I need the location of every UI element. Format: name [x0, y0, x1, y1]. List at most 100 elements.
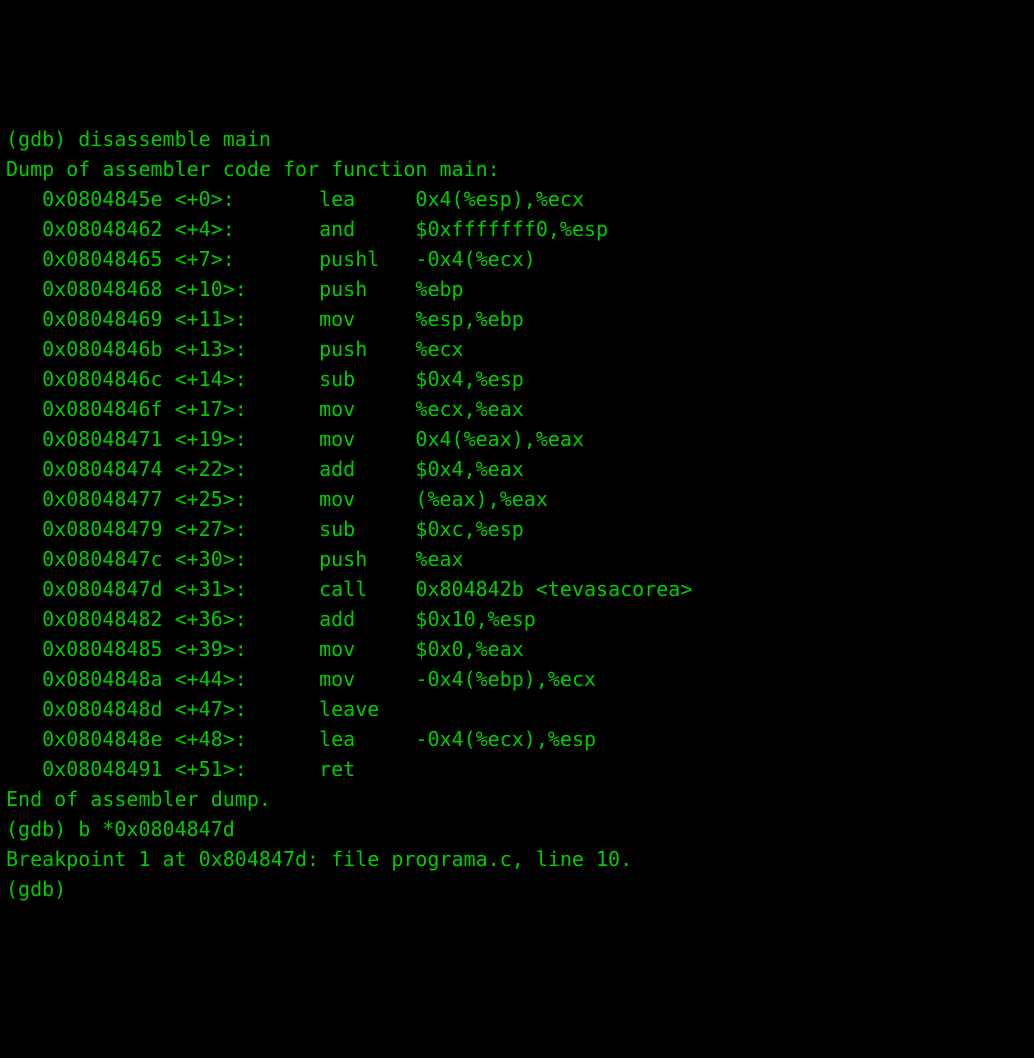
- asm-mnemonic: lea: [319, 724, 415, 754]
- asm-address: 0x0804846b: [42, 337, 162, 361]
- asm-operands: %ecx,%eax: [415, 397, 523, 421]
- asm-instruction-row: 0x08048474 <+22>: add$0x4,%eax: [6, 454, 1028, 484]
- asm-mnemonic: mov: [319, 634, 415, 664]
- asm-instruction-row: 0x0804847d <+31>: call0x804842b <tevasac…: [6, 574, 1028, 604]
- asm-address: 0x0804848a: [42, 667, 162, 691]
- asm-mnemonic: add: [319, 454, 415, 484]
- asm-offset: <+17>:: [175, 397, 259, 421]
- gdb-command: b *0x0804847d: [78, 817, 235, 841]
- asm-operands: -0x4(%ecx): [415, 247, 535, 271]
- asm-offset: <+10>:: [175, 277, 259, 301]
- asm-instruction-row: 0x08048465 <+7>: pushl-0x4(%ecx): [6, 244, 1028, 274]
- asm-mnemonic: mov: [319, 664, 415, 694]
- asm-offset: <+0>:: [175, 187, 259, 211]
- asm-offset: <+22>:: [175, 457, 259, 481]
- asm-mnemonic: push: [319, 274, 415, 304]
- asm-address: 0x0804845e: [42, 187, 162, 211]
- asm-address: 0x08048469: [42, 307, 162, 331]
- asm-offset: <+36>:: [175, 607, 259, 631]
- asm-operands: (%eax),%eax: [415, 487, 547, 511]
- asm-operands: 0x4(%esp),%ecx: [415, 187, 584, 211]
- asm-instruction-row: 0x08048468 <+10>: push%ebp: [6, 274, 1028, 304]
- asm-address: 0x0804848d: [42, 697, 162, 721]
- asm-operands: $0x0,%eax: [415, 637, 523, 661]
- asm-address: 0x0804846c: [42, 367, 162, 391]
- asm-address: 0x08048485: [42, 637, 162, 661]
- asm-address: 0x08048471: [42, 427, 162, 451]
- asm-offset: <+30>:: [175, 547, 259, 571]
- asm-mnemonic: push: [319, 544, 415, 574]
- asm-address: 0x0804847d: [42, 577, 162, 601]
- asm-instruction-row: 0x0804848e <+48>: lea-0x4(%ecx),%esp: [6, 724, 1028, 754]
- asm-instruction-row: 0x0804847c <+30>: push%eax: [6, 544, 1028, 574]
- asm-operands: $0x4,%esp: [415, 367, 523, 391]
- asm-mnemonic: ret: [319, 754, 415, 784]
- gdb-command: disassemble main: [78, 127, 271, 151]
- asm-address: 0x08048491: [42, 757, 162, 781]
- asm-offset: <+13>:: [175, 337, 259, 361]
- asm-instruction-row: 0x0804848a <+44>: mov-0x4(%ebp),%ecx: [6, 664, 1028, 694]
- asm-offset: <+19>:: [175, 427, 259, 451]
- asm-mnemonic: mov: [319, 424, 415, 454]
- asm-instruction-row: 0x0804845e <+0>: lea0x4(%esp),%ecx: [6, 184, 1028, 214]
- asm-operands: $0xfffffff0,%esp: [415, 217, 608, 241]
- gdb-command-line: (gdb) disassemble main: [6, 124, 1028, 154]
- asm-address: 0x08048462: [42, 217, 162, 241]
- asm-offset: <+51>:: [175, 757, 259, 781]
- asm-operands: -0x4(%ebp),%ecx: [415, 667, 596, 691]
- asm-offset: <+27>:: [175, 517, 259, 541]
- asm-instruction-row: 0x08048491 <+51>: ret: [6, 754, 1028, 784]
- asm-address: 0x08048479: [42, 517, 162, 541]
- gdb-command-line: (gdb) b *0x0804847d: [6, 814, 1028, 844]
- asm-offset: <+11>:: [175, 307, 259, 331]
- gdb-prompt-line[interactable]: (gdb): [6, 874, 1028, 904]
- asm-instruction-row: 0x08048462 <+4>: and$0xfffffff0,%esp: [6, 214, 1028, 244]
- asm-operands: %ebp: [415, 277, 463, 301]
- asm-mnemonic: pushl: [319, 244, 415, 274]
- asm-operands: %ecx: [415, 337, 463, 361]
- asm-operands: $0x4,%eax: [415, 457, 523, 481]
- asm-instruction-row: 0x08048477 <+25>: mov(%eax),%eax: [6, 484, 1028, 514]
- asm-mnemonic: leave: [319, 694, 415, 724]
- asm-operands: 0x804842b <tevasacorea>: [415, 577, 692, 601]
- dump-footer: End of assembler dump.: [6, 784, 1028, 814]
- asm-mnemonic: call: [319, 574, 415, 604]
- dump-header: Dump of assembler code for function main…: [6, 154, 1028, 184]
- asm-mnemonic: and: [319, 214, 415, 244]
- asm-mnemonic: add: [319, 604, 415, 634]
- asm-offset: <+7>:: [175, 247, 259, 271]
- asm-instruction-row: 0x08048471 <+19>: mov0x4(%eax),%eax: [6, 424, 1028, 454]
- asm-instruction-row: 0x0804846c <+14>: sub$0x4,%esp: [6, 364, 1028, 394]
- terminal-output[interactable]: (gdb) disassemble mainDump of assembler …: [6, 124, 1028, 904]
- asm-offset: <+48>:: [175, 727, 259, 751]
- asm-instruction-row: 0x08048485 <+39>: mov$0x0,%eax: [6, 634, 1028, 664]
- asm-offset: <+25>:: [175, 487, 259, 511]
- asm-address: 0x08048482: [42, 607, 162, 631]
- asm-mnemonic: lea: [319, 184, 415, 214]
- asm-instruction-row: 0x0804848d <+47>: leave: [6, 694, 1028, 724]
- asm-address: 0x08048474: [42, 457, 162, 481]
- asm-operands: $0x10,%esp: [415, 607, 535, 631]
- asm-address: 0x08048465: [42, 247, 162, 271]
- gdb-prompt: (gdb): [6, 817, 78, 841]
- asm-mnemonic: mov: [319, 484, 415, 514]
- asm-mnemonic: push: [319, 334, 415, 364]
- asm-offset: <+39>:: [175, 637, 259, 661]
- asm-instruction-row: 0x0804846f <+17>: mov%ecx,%eax: [6, 394, 1028, 424]
- asm-mnemonic: sub: [319, 514, 415, 544]
- asm-address: 0x08048468: [42, 277, 162, 301]
- asm-mnemonic: mov: [319, 394, 415, 424]
- breakpoint-result: Breakpoint 1 at 0x804847d: file programa…: [6, 844, 1028, 874]
- asm-offset: <+31>:: [175, 577, 259, 601]
- gdb-prompt: (gdb): [6, 127, 78, 151]
- asm-address: 0x0804846f: [42, 397, 162, 421]
- asm-operands: -0x4(%ecx),%esp: [415, 727, 596, 751]
- asm-operands: %eax: [415, 547, 463, 571]
- asm-operands: %esp,%ebp: [415, 307, 523, 331]
- asm-mnemonic: mov: [319, 304, 415, 334]
- asm-address: 0x0804848e: [42, 727, 162, 751]
- asm-instruction-row: 0x0804846b <+13>: push%ecx: [6, 334, 1028, 364]
- gdb-prompt: (gdb): [6, 877, 78, 901]
- asm-address: 0x08048477: [42, 487, 162, 511]
- asm-instruction-row: 0x08048482 <+36>: add$0x10,%esp: [6, 604, 1028, 634]
